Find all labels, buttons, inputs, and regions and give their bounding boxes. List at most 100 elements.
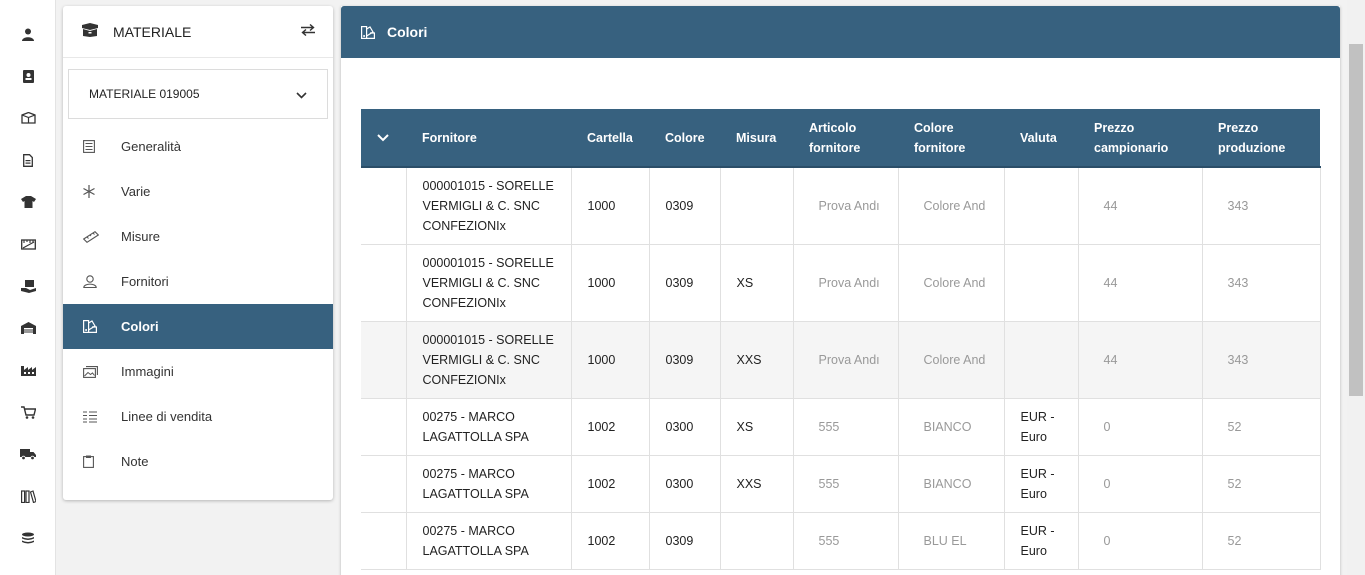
nav-item-misure[interactable]: Misure <box>63 214 333 259</box>
document-icon[interactable] <box>17 149 39 171</box>
cell-prezzo-campionario[interactable]: 44 <box>1078 244 1203 322</box>
row-expander[interactable] <box>361 512 407 570</box>
cell-colore-fornitore[interactable]: BIANCO <box>898 455 1005 513</box>
materiale-select[interactable]: MATERIALE 019005 <box>68 69 328 119</box>
cell-cartella: 1000 <box>571 244 650 322</box>
cell-colore-fornitore[interactable]: Colore And <box>898 321 1005 399</box>
table-row[interactable]: 00275 - MARCO LAGATTOLLA SPA 1002 0309 5… <box>361 512 1321 570</box>
cell-colore: 0309 <box>649 321 721 399</box>
column-header-fornitore[interactable]: Fornitore <box>406 109 571 168</box>
clipboard-icon <box>83 455 121 468</box>
box-open-icon[interactable] <box>17 107 39 129</box>
swap-icon[interactable] <box>295 23 315 40</box>
row-expander[interactable] <box>361 398 407 456</box>
cell-articolo-fornitore[interactable]: 555 <box>793 398 899 456</box>
lines-icon <box>83 410 121 423</box>
column-header-colore-fornitore[interactable]: Colore fornitore <box>898 109 1004 168</box>
cell-misura <box>720 167 794 245</box>
colori-table: Fornitore Cartella Colore Misura Articol… <box>361 109 1321 570</box>
cell-colore-fornitore[interactable]: Colore And <box>898 244 1005 322</box>
cell-valuta[interactable]: EUR - Euro <box>1004 512 1079 570</box>
cell-fornitore: 000001015 - SORELLE VERMIGLI & C. SNC CO… <box>406 321 572 399</box>
column-header-articolo-fornitore[interactable]: Articolo fornitore <box>793 109 898 168</box>
nav-item-label: Varie <box>121 184 151 199</box>
column-header-prezzo-produzione[interactable]: Prezzo produzione <box>1202 109 1320 168</box>
truck-icon[interactable] <box>17 443 39 465</box>
cell-articolo-fornitore[interactable]: Prova Andı <box>793 167 899 245</box>
user-icon[interactable] <box>17 23 39 45</box>
row-expander[interactable] <box>361 244 407 322</box>
table-row[interactable]: 000001015 - SORELLE VERMIGLI & C. SNC CO… <box>361 321 1321 399</box>
cell-prezzo-campionario[interactable]: 0 <box>1078 455 1203 513</box>
cell-prezzo-produzione[interactable]: 343 <box>1202 167 1321 245</box>
cell-articolo-fornitore[interactable]: Prova Andı <box>793 244 899 322</box>
cell-valuta[interactable]: EUR - Euro <box>1004 455 1079 513</box>
materiale-select-value: MATERIALE 019005 <box>89 87 200 101</box>
nav-item-varie[interactable]: Varie <box>63 169 333 214</box>
cell-prezzo-produzione[interactable]: 52 <box>1202 512 1321 570</box>
cell-valuta[interactable] <box>1004 167 1079 245</box>
cell-articolo-fornitore[interactable]: Prova Andı <box>793 321 899 399</box>
cell-cartella: 1000 <box>571 167 650 245</box>
cell-cartella: 1002 <box>571 398 650 456</box>
palette-icon <box>83 320 121 333</box>
nav-item-linee-di-vendita[interactable]: Linee di vendita <box>63 394 333 439</box>
table-row[interactable]: 000001015 - SORELLE VERMIGLI & C. SNC CO… <box>361 244 1321 322</box>
table-row[interactable]: 00275 - MARCO LAGATTOLLA SPA 1002 0300 X… <box>361 455 1321 513</box>
cell-prezzo-campionario[interactable]: 0 <box>1078 512 1203 570</box>
cell-prezzo-produzione[interactable]: 343 <box>1202 321 1321 399</box>
contact-card-icon[interactable] <box>17 65 39 87</box>
nav-item-fornitori[interactable]: Fornitori <box>63 259 333 304</box>
cell-colore: 0300 <box>649 455 721 513</box>
scrollbar-thumb[interactable] <box>1349 44 1363 396</box>
nav-item-colori[interactable]: Colori <box>63 304 333 349</box>
ruler-icon <box>83 230 121 243</box>
cell-misura: XS <box>720 244 794 322</box>
nav-item-note[interactable]: Note <box>63 439 333 484</box>
cell-valuta[interactable]: EUR - Euro <box>1004 398 1079 456</box>
materiale-nav: Generalità Varie Misure Fornitori Colori <box>63 124 333 484</box>
nav-item-label: Immagini <box>121 364 174 379</box>
coins-icon[interactable] <box>17 527 39 549</box>
books-icon[interactable] <box>17 485 39 507</box>
cell-prezzo-produzione[interactable]: 52 <box>1202 455 1321 513</box>
cell-prezzo-produzione[interactable]: 52 <box>1202 398 1321 456</box>
cell-valuta[interactable] <box>1004 244 1079 322</box>
warehouse-icon[interactable] <box>17 317 39 339</box>
row-expander[interactable] <box>361 455 407 513</box>
more-icon[interactable] <box>17 566 39 575</box>
tshirt-icon[interactable] <box>17 191 39 213</box>
cell-prezzo-campionario[interactable]: 44 <box>1078 167 1203 245</box>
cell-colore-fornitore[interactable]: BLU EL <box>898 512 1005 570</box>
cell-colore-fornitore[interactable]: Colore And <box>898 167 1005 245</box>
column-header-prezzo-campionario[interactable]: Prezzo campionario <box>1078 109 1202 168</box>
expand-all-toggle[interactable] <box>361 109 406 168</box>
cell-prezzo-produzione[interactable]: 343 <box>1202 244 1321 322</box>
row-expander[interactable] <box>361 321 407 399</box>
cell-prezzo-campionario[interactable]: 44 <box>1078 321 1203 399</box>
ruler-panel-icon[interactable] <box>17 233 39 255</box>
nav-item-label: Generalità <box>121 139 181 154</box>
cell-fornitore: 00275 - MARCO LAGATTOLLA SPA <box>406 512 572 570</box>
cell-valuta[interactable] <box>1004 321 1079 399</box>
column-header-valuta[interactable]: Valuta <box>1004 109 1078 168</box>
nav-item-immagini[interactable]: Immagini <box>63 349 333 394</box>
box-hand-icon[interactable] <box>17 275 39 297</box>
colori-header: Colori <box>341 6 1340 58</box>
cell-colore: 0300 <box>649 398 721 456</box>
cell-colore-fornitore[interactable]: BIANCO <box>898 398 1005 456</box>
cart-icon[interactable] <box>17 401 39 423</box>
row-expander[interactable] <box>361 167 407 245</box>
table-row[interactable]: 000001015 - SORELLE VERMIGLI & C. SNC CO… <box>361 167 1321 245</box>
cell-articolo-fornitore[interactable]: 555 <box>793 455 899 513</box>
column-header-cartella[interactable]: Cartella <box>571 109 649 168</box>
column-header-colore[interactable]: Colore <box>649 109 720 168</box>
cell-fornitore: 000001015 - SORELLE VERMIGLI & C. SNC CO… <box>406 244 572 322</box>
nav-item-generalita[interactable]: Generalità <box>63 124 333 169</box>
cell-prezzo-campionario[interactable]: 0 <box>1078 398 1203 456</box>
cell-articolo-fornitore[interactable]: 555 <box>793 512 899 570</box>
column-header-misura[interactable]: Misura <box>720 109 793 168</box>
supplier-icon <box>83 275 121 288</box>
table-row[interactable]: 00275 - MARCO LAGATTOLLA SPA 1002 0300 X… <box>361 398 1321 456</box>
factory-icon[interactable] <box>17 359 39 381</box>
